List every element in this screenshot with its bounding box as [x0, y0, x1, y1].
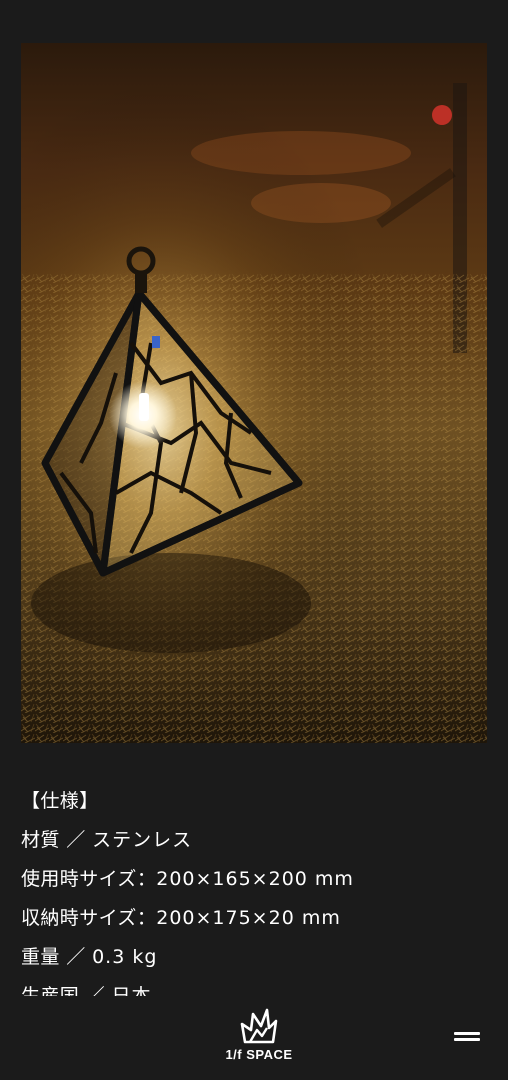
- spec-label: 重量 ／: [21, 946, 93, 968]
- spec-size-stored: 収納時サイズ：200×175×20 mm: [21, 899, 487, 938]
- hamburger-menu-icon[interactable]: [448, 1026, 486, 1048]
- spec-value: ステンレス: [92, 829, 193, 851]
- spec-label: 収納時サイズ：: [21, 907, 157, 929]
- spec-heading: 【仕様】: [21, 790, 99, 812]
- logo-text: 1/f SPACE: [225, 1047, 293, 1062]
- spec-size-in-use: 使用時サイズ：200×165×200 mm: [21, 860, 487, 899]
- flame-crown-icon: [240, 1008, 278, 1044]
- spec-label: 生産国 ／: [21, 985, 112, 996]
- spec-weight: 重量 ／ 0.3 kg: [21, 938, 487, 977]
- spec-value: 日本: [111, 985, 152, 996]
- spec-origin: 生産国 ／ 日本: [21, 977, 487, 996]
- spec-value: 0.3 kg: [92, 946, 158, 968]
- brand-logo[interactable]: 1/f SPACE: [222, 1008, 296, 1064]
- product-photo: [21, 43, 487, 743]
- spec-value: 200×175×20 mm: [156, 907, 341, 929]
- spec-section: 【仕様】 材質 ／ ステンレス 使用時サイズ：200×165×200 mm 収納…: [21, 782, 487, 996]
- footer-bar: 1/f SPACE: [0, 996, 508, 1080]
- spec-material: 材質 ／ ステンレス: [21, 821, 487, 860]
- spec-label: 材質 ／: [21, 829, 93, 851]
- lantern-photo-illustration: [21, 43, 487, 743]
- spec-label: 使用時サイズ：: [21, 868, 157, 890]
- spec-value: 200×165×200 mm: [156, 868, 354, 890]
